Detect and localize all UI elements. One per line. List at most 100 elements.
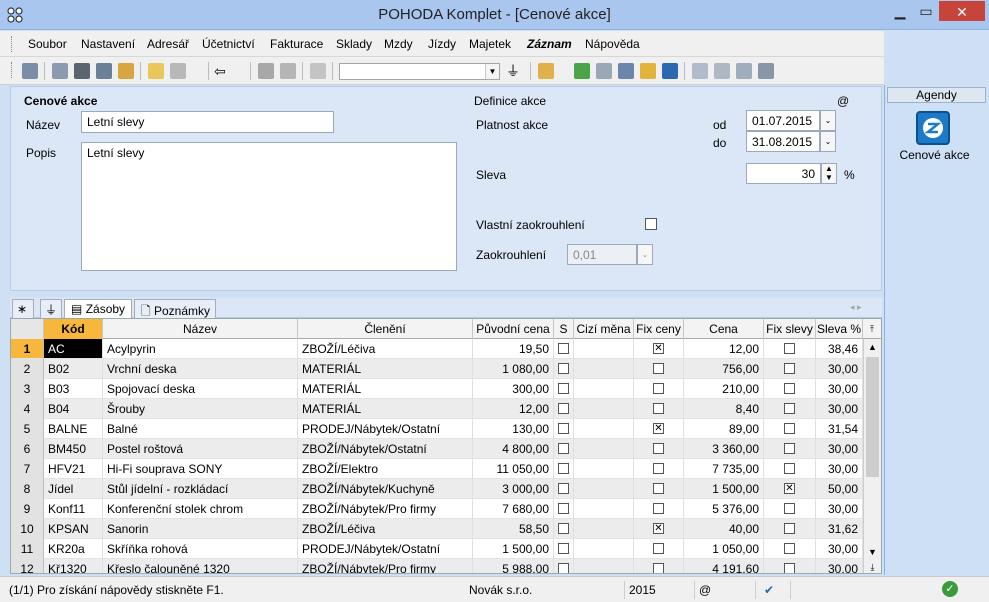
cell-fix-slevy[interactable] bbox=[764, 439, 816, 459]
back-arrow-icon[interactable]: ⇦ bbox=[214, 63, 230, 79]
checkbox[interactable] bbox=[784, 443, 795, 455]
cell-s[interactable] bbox=[554, 559, 574, 573]
checkbox[interactable] bbox=[784, 543, 795, 555]
cell-s[interactable] bbox=[554, 519, 574, 539]
folder-icon[interactable] bbox=[538, 63, 554, 79]
checkbox[interactable] bbox=[784, 463, 795, 475]
own-rounding-checkbox[interactable] bbox=[645, 218, 657, 230]
print-preview-icon[interactable] bbox=[96, 63, 112, 79]
close-button[interactable]: ✕ bbox=[939, 1, 985, 21]
checkbox[interactable] bbox=[653, 483, 664, 495]
menu-soubor[interactable]: Soubor bbox=[28, 37, 67, 51]
row-number[interactable]: 8 bbox=[11, 479, 44, 499]
checkbox[interactable] bbox=[653, 463, 664, 475]
cell-fix-ceny[interactable] bbox=[634, 479, 684, 499]
checkbox[interactable] bbox=[558, 463, 569, 475]
column-header-s[interactable]: S bbox=[554, 319, 574, 339]
menu-sklady[interactable]: Sklady bbox=[336, 37, 372, 51]
checkbox[interactable] bbox=[558, 443, 569, 455]
filter-icon[interactable]: ⏚ bbox=[506, 63, 522, 79]
table-row[interactable]: 6 BM450 Postel roštová ZBOŽÍ/Nábytek/Ostatn… bbox=[11, 439, 863, 459]
column-header-puvodni-cena[interactable]: Původní cena bbox=[473, 319, 554, 339]
table-row[interactable]: 7 HFV21 Hi-Fi souprava SONY ZBOŽÍ/Elektro 11… bbox=[11, 459, 863, 479]
row-number[interactable]: 9 bbox=[11, 499, 44, 519]
export-icon[interactable] bbox=[118, 63, 134, 79]
row-number[interactable]: 6 bbox=[11, 439, 44, 459]
checkbox[interactable] bbox=[784, 523, 795, 535]
cell-s[interactable] bbox=[554, 439, 574, 459]
table-row[interactable]: 9 Konf11 Konferenční stolek chrom ZBOŽÍ/Náb… bbox=[11, 499, 863, 519]
cell-fix-slevy[interactable] bbox=[764, 519, 816, 539]
cell-fix-ceny[interactable] bbox=[634, 379, 684, 399]
vertical-scrollbar[interactable]: ▲ ▼ ⤓ bbox=[863, 339, 881, 573]
cell-s[interactable] bbox=[554, 339, 574, 359]
rounding-dropdown[interactable]: ⌄ bbox=[637, 244, 653, 265]
checkbox[interactable] bbox=[784, 343, 795, 355]
checkbox[interactable] bbox=[558, 423, 569, 435]
table-row[interactable]: 3 B03 Spojovací deska MATERIÁL 300,00 210,00 3… bbox=[11, 379, 863, 399]
cell-s[interactable] bbox=[554, 419, 574, 439]
cell-fix-slevy[interactable] bbox=[764, 399, 816, 419]
from-date-dropdown[interactable]: ⌄ bbox=[820, 110, 836, 131]
checkbox[interactable] bbox=[558, 483, 569, 495]
report-icon[interactable] bbox=[736, 63, 752, 79]
checkbox[interactable] bbox=[653, 443, 664, 455]
column-header-cizi-mena[interactable]: Cizí měna bbox=[574, 319, 634, 339]
cell-s[interactable] bbox=[554, 499, 574, 519]
status-ok-icon[interactable]: ✓ bbox=[942, 581, 958, 597]
table-row[interactable]: 12 Kř1320 Křeslo čalouněné 1320 ZBOŽÍ/Nábyt… bbox=[11, 559, 863, 573]
cell-fix-slevy[interactable] bbox=[764, 419, 816, 439]
cell-fix-slevy[interactable] bbox=[764, 379, 816, 399]
cell-s[interactable] bbox=[554, 479, 574, 499]
menu-grip[interactable] bbox=[11, 36, 14, 52]
cell-fix-slevy[interactable] bbox=[764, 459, 816, 479]
checkbox[interactable] bbox=[784, 563, 795, 573]
cell-fix-slevy[interactable] bbox=[764, 339, 816, 359]
column-header-cena[interactable]: Cena bbox=[684, 319, 764, 339]
menu-majetek[interactable]: Majetek bbox=[469, 37, 511, 51]
checkbox[interactable] bbox=[784, 503, 795, 515]
cell-fix-slevy[interactable] bbox=[764, 559, 816, 573]
row-number[interactable]: 3 bbox=[11, 379, 44, 399]
checkbox[interactable] bbox=[558, 503, 569, 515]
cell-fix-slevy[interactable] bbox=[764, 539, 816, 559]
from-date-input[interactable]: 01.07.2015 bbox=[746, 110, 820, 131]
save-as-icon[interactable] bbox=[280, 63, 296, 79]
edit-record-icon[interactable] bbox=[170, 63, 186, 79]
calculator-icon[interactable] bbox=[596, 63, 612, 79]
checkbox[interactable] bbox=[558, 523, 569, 535]
row-number[interactable]: 7 bbox=[11, 459, 44, 479]
menu-ucetnictvi[interactable]: Účetnictví bbox=[202, 37, 255, 51]
row-number[interactable]: 12 bbox=[11, 559, 44, 573]
open-icon[interactable] bbox=[52, 63, 68, 79]
menu-nastaveni[interactable]: Nastavení bbox=[81, 37, 135, 51]
help-icon[interactable] bbox=[758, 63, 774, 79]
checkbox[interactable]: ✕ bbox=[653, 343, 664, 355]
checkbox[interactable] bbox=[784, 403, 795, 415]
cell-s[interactable] bbox=[554, 399, 574, 419]
checkbox[interactable] bbox=[558, 563, 569, 573]
checkbox[interactable] bbox=[558, 383, 569, 395]
table-row[interactable]: 5 BALNE Balné PRODEJ/Nábytek/Ostatní 130,00 ✕… bbox=[11, 419, 863, 439]
cell-fix-ceny[interactable]: ✕ bbox=[634, 519, 684, 539]
cell-fix-ceny[interactable] bbox=[634, 399, 684, 419]
checkbox[interactable] bbox=[653, 383, 664, 395]
checkbox[interactable] bbox=[784, 363, 795, 375]
menu-jizdy[interactable]: Jízdy bbox=[428, 37, 456, 51]
table-row[interactable]: 2 B02 Vrchní deska MATERIÁL 1 080,00 756,00 30… bbox=[11, 359, 863, 379]
cell-s[interactable] bbox=[554, 539, 574, 559]
scroll-up-icon[interactable]: ▲ bbox=[864, 339, 881, 355]
to-date-dropdown[interactable]: ⌄ bbox=[820, 131, 836, 152]
cell-fix-ceny[interactable]: ✕ bbox=[634, 339, 684, 359]
tab-poznamky[interactable]: 🗋 Poznámky bbox=[134, 299, 216, 318]
list-icon[interactable] bbox=[714, 63, 730, 79]
discount-input[interactable]: 30 bbox=[746, 163, 821, 184]
checkbox[interactable] bbox=[784, 383, 795, 395]
cell-fix-ceny[interactable] bbox=[634, 539, 684, 559]
filter-tab-icon[interactable]: ⏚ bbox=[40, 299, 62, 318]
cell-fix-ceny[interactable] bbox=[634, 559, 684, 573]
exit-icon[interactable] bbox=[22, 63, 38, 79]
agenda-header[interactable]: Agendy bbox=[887, 87, 986, 103]
grid-icon[interactable] bbox=[618, 63, 634, 79]
cell-s[interactable] bbox=[554, 359, 574, 379]
